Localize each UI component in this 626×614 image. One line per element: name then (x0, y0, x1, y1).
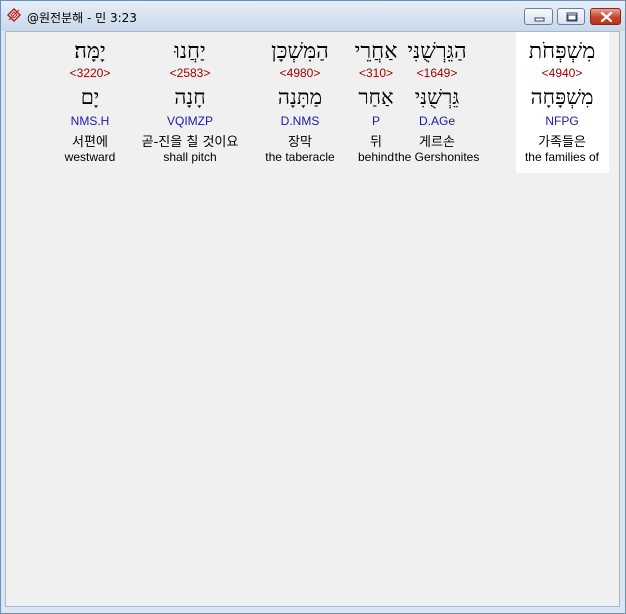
english-gloss: the taberacle (265, 150, 335, 164)
word-column[interactable]: הַמִּשְׁכָּן <4980> מַתָּנָה D.NMS 장막 the tab… (259, 32, 341, 173)
hebrew-lemma: גֵּרְשֻׁנִּי (414, 85, 460, 109)
restore-icon (566, 12, 578, 22)
korean-gloss: 뒤 (370, 135, 382, 150)
english-gloss: shall pitch (163, 150, 217, 164)
hebrew-lemma: אַחַר (358, 85, 394, 109)
strong-number: <1649> (416, 66, 458, 80)
strong-number: <4940> (541, 66, 583, 80)
close-button[interactable] (590, 8, 621, 25)
title-bar[interactable]: @원전분해 - 민 3:23 (1, 1, 625, 31)
morphology-code: NMS.H (70, 114, 110, 128)
korean-gloss: 장막 (288, 135, 312, 150)
hebrew-word: יַחֲנוּ (174, 39, 206, 64)
english-gloss: behind (357, 150, 395, 164)
hebrew-word: מִשְׁפְּחֹת (528, 39, 596, 64)
korean-gloss: 가족들은 (538, 135, 586, 150)
korean-gloss: 서편에 (72, 135, 108, 150)
strong-number: <310> (358, 66, 394, 80)
strong-number: <4980> (279, 66, 321, 80)
hebrew-lemma: יָם (80, 85, 100, 109)
word-column[interactable]: יָמָּה׃ <3220> יָם NMS.H 서편에 westward (57, 32, 123, 173)
morphology-code: D.NMS (280, 114, 320, 128)
english-gloss: the Gershonites (394, 150, 480, 164)
english-gloss: westward (64, 150, 116, 164)
minimize-button[interactable] (524, 8, 553, 25)
minimize-icon (534, 17, 545, 22)
hebrew-word: הַמִּשְׁכָּן (271, 39, 329, 64)
analysis-panel: מִשְׁפְּחֹת <4940> מִשְׁפָּחָה NFPG 가족들은 the … (5, 31, 620, 607)
word-column[interactable]: אַחֲרֵי <310> אַחַר P 뒤 behind (351, 32, 401, 173)
hebrew-lemma: חָנָה (174, 85, 206, 109)
hebrew-lemma: מַתָּנָה (277, 85, 323, 109)
app-window: @원전분해 - 민 3:23 מִשְׁפְּחֹת <4940> מִשְׁפָּ… (0, 0, 626, 614)
korean-gloss: 곧-진을 칠 것이요 (141, 135, 239, 150)
close-icon (600, 11, 613, 23)
word-column[interactable]: יַחֲנוּ <2583> חָנָה VQIMZP 곧-진을 칠 것이요 shall … (128, 32, 252, 173)
app-icon (6, 7, 22, 23)
hebrew-word: הַגֵּרְשֻׁנִּי (407, 39, 467, 64)
hebrew-word: אַחֲרֵי (354, 39, 398, 64)
hebrew-word: יָמָּה׃ (74, 39, 106, 64)
korean-gloss: 게르손 (419, 135, 455, 150)
maximize-button[interactable] (557, 8, 585, 25)
word-column[interactable]: הַגֵּרְשֻׁנִּי <1649> גֵּרְשֻׁנִּי D.AGe 게르손… (389, 32, 485, 173)
window-title: @원전분해 - 민 3:23 (27, 11, 137, 25)
morphology-code: VQIMZP (166, 114, 213, 128)
strong-number: <2583> (169, 66, 211, 80)
morphology-code: NFPG (545, 114, 579, 128)
hebrew-lemma: מִשְׁפָּחָה (530, 85, 594, 109)
english-gloss: the families of (524, 150, 600, 164)
morphology-code: P (371, 114, 380, 128)
strong-number: <3220> (69, 66, 111, 80)
word-column[interactable]: מִשְׁפְּחֹת <4940> מִשְׁפָּחָה NFPG 가족들은 the … (515, 32, 609, 173)
morphology-code: D.AGe (418, 114, 455, 128)
